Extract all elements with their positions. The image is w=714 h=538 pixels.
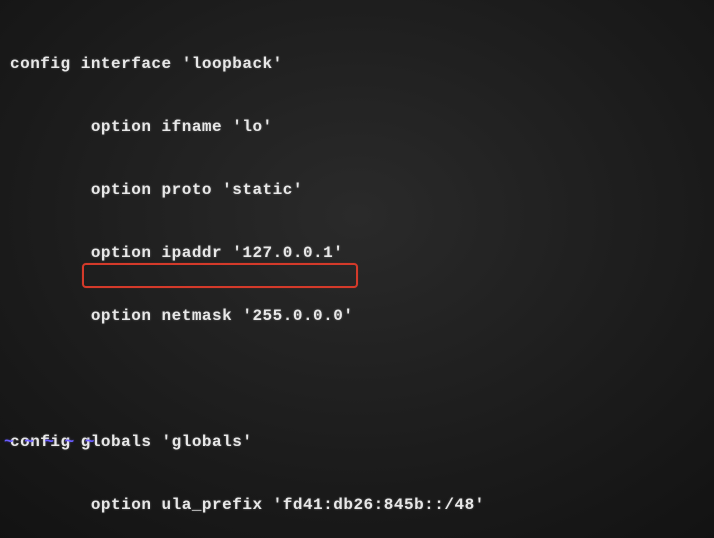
option-line: option ifname 'lo' [10, 117, 714, 138]
config-globals-header: config globals 'globals' [10, 432, 714, 453]
option-line: option proto 'static' [10, 180, 714, 201]
option-line: option ula_prefix 'fd41:db26:845b::/48' [10, 495, 714, 516]
config-loopback-header: config interface 'loopback' [10, 54, 714, 75]
option-line: option ipaddr '127.0.0.1' [10, 243, 714, 264]
blank-line [10, 369, 714, 390]
option-line: option netmask '255.0.0.0' [10, 306, 714, 327]
vi-tilde-column: ~ ~ ~ ~ ~ [4, 432, 95, 453]
terminal-output: config interface 'loopback' option ifnam… [0, 0, 714, 538]
